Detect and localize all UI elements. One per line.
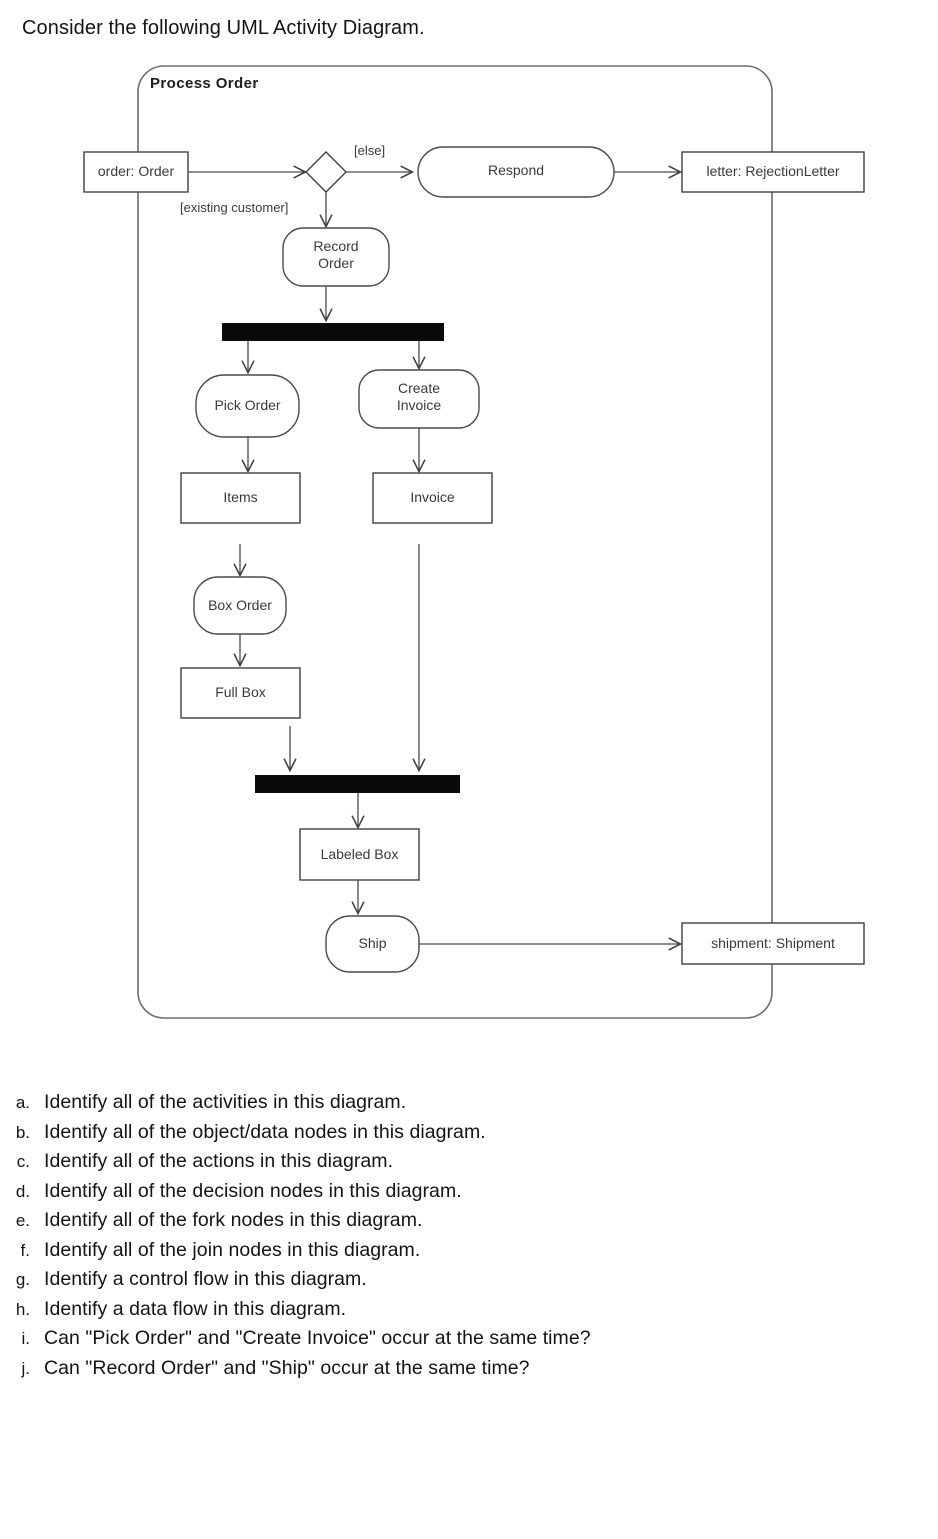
list-item-marker: j. (21, 1358, 31, 1378)
list-item-marker: e. (15, 1211, 30, 1230)
list-item: h. Identify a data flow in this diagram. (0, 1297, 938, 1321)
list-item-text: Identify all of the join nodes in this d… (44, 1238, 421, 1261)
join-node (255, 775, 460, 793)
fork-node (222, 323, 444, 341)
object-node-labeled-box (299, 828, 420, 881)
question-list: a. Identify all of the activities in thi… (0, 1090, 938, 1385)
object-node-shipment (681, 922, 865, 965)
list-item-text: Can "Record Order" and "Ship" occur at t… (44, 1356, 530, 1379)
guard-existing-customer-label: [existing customer] (180, 200, 289, 215)
action-pick-order (195, 374, 300, 438)
action-create-invoice (358, 369, 480, 429)
diagram-canvas (83, 65, 865, 1019)
object-node-full-box (180, 667, 301, 719)
list-item: i. Can "Pick Order" and "Create Invoice"… (0, 1326, 938, 1350)
object-node-items (180, 472, 301, 524)
list-item-marker: b. (15, 1122, 30, 1142)
list-item: a. Identify all of the activities in thi… (0, 1090, 938, 1114)
activity-frame-title: Process Order (150, 75, 259, 92)
list-item-text: Identify all of the actions in this diag… (44, 1150, 394, 1172)
list-item-marker: d. (15, 1181, 30, 1201)
list-item-marker: a. (15, 1093, 30, 1112)
list-item-text: Identify all of the fork nodes in this d… (44, 1209, 423, 1231)
list-item-text: Identify a control flow in this diagram. (44, 1268, 367, 1290)
list-item-marker: c. (16, 1152, 30, 1171)
list-item-marker: h. (15, 1299, 30, 1319)
list-item-text: Identify all of the activities in this d… (44, 1091, 407, 1113)
list-item-marker: g. (15, 1270, 30, 1289)
list-item-marker: i. (21, 1329, 31, 1348)
guard-else-label: [else] (354, 143, 386, 158)
list-item: d. Identify all of the decision nodes in… (0, 1179, 938, 1203)
uml-activity-diagram: Process Order order: Order Respond lette… (0, 48, 938, 1048)
action-ship (325, 915, 420, 973)
list-item-text: Identify all of the decision nodes in th… (44, 1179, 462, 1202)
object-node-letter (681, 151, 865, 193)
list-item: j. Can "Record Order" and "Ship" occur a… (0, 1356, 938, 1380)
object-node-order (83, 151, 189, 193)
list-item-text: Identify all of the object/data nodes in… (44, 1120, 486, 1143)
action-respond (417, 146, 615, 198)
list-item: b. Identify all of the object/data nodes… (0, 1120, 938, 1144)
list-item: e. Identify all of the fork nodes in thi… (0, 1208, 938, 1232)
list-item-text: Identify a data flow in this diagram. (44, 1297, 347, 1320)
decision-node (305, 151, 347, 193)
page-title: Consider the following UML Activity Diag… (22, 17, 425, 39)
list-item-text: Can "Pick Order" and "Create Invoice" oc… (44, 1327, 591, 1349)
list-item-marker: f. (20, 1240, 30, 1260)
action-record-order (282, 227, 390, 287)
list-item: f. Identify all of the join nodes in thi… (0, 1238, 938, 1262)
object-node-invoice (372, 472, 493, 524)
action-box-order (193, 576, 287, 635)
list-item: g. Identify a control flow in this diagr… (0, 1267, 938, 1291)
list-item: c. Identify all of the actions in this d… (0, 1149, 938, 1173)
